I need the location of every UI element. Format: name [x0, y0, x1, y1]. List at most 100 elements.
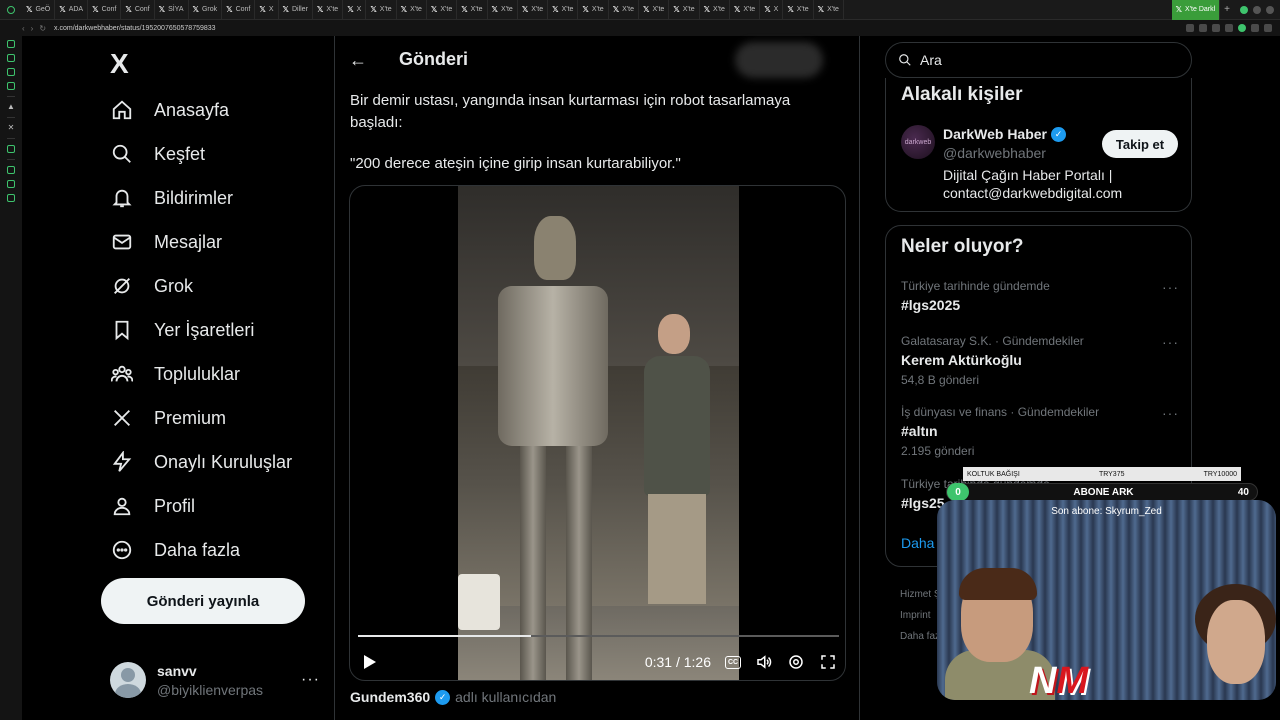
browser-tab[interactable]: 𝕏X	[760, 0, 784, 20]
forward-arrow-icon[interactable]: ›	[31, 24, 34, 33]
browser-tab[interactable]: 𝕏 X'te	[457, 0, 488, 20]
fullscreen-icon[interactable]	[819, 653, 837, 671]
browser-tab[interactable]: 𝕏 X'te	[397, 0, 427, 20]
tab-active[interactable]: 𝕏 X'te Darkl	[1171, 0, 1221, 20]
tab-label: X'te	[410, 6, 422, 13]
tab-label: Conf	[134, 6, 150, 13]
browser-tab[interactable]: 𝕏 X'te	[488, 0, 518, 20]
download-icon[interactable]	[1251, 24, 1259, 32]
browser-tab[interactable]: 𝕏 Diller	[279, 0, 313, 20]
source-name[interactable]: Gundem360	[350, 689, 430, 705]
browser-tab[interactable]: 𝕏 Conf	[88, 0, 122, 20]
browser-tab[interactable]: 𝕏 X'te	[669, 0, 700, 20]
video-player[interactable]: 0:31 / 1:26 CC	[349, 185, 846, 681]
x-logo-icon[interactable]: X	[110, 48, 129, 80]
browser-menu[interactable]	[0, 5, 22, 14]
url-field[interactable]: x.com/darkwebhaber/status/19520076505787…	[54, 25, 216, 32]
video-progress-bar[interactable]	[358, 635, 839, 637]
browser-tab[interactable]: 𝕏 Conf	[121, 0, 155, 20]
sidebar-notes-icon[interactable]	[7, 68, 15, 76]
back-arrow-icon[interactable]: ←	[349, 50, 367, 71]
trend-item[interactable]: Galatasaray S.K. · Gündemdekiler Kerem A…	[901, 334, 1181, 387]
tab-favicon-icon: 𝕏	[552, 5, 559, 14]
search-input[interactable]: Ara	[885, 42, 1192, 78]
trend-item[interactable]: Türkiye tarihinde gündemde #lgs2025 ···	[901, 279, 1181, 313]
browser-tab[interactable]: 𝕏 X'te	[518, 0, 549, 20]
sidebar-settings-icon[interactable]	[7, 180, 15, 188]
sidebar-divider	[7, 138, 15, 139]
nav-item-explore[interactable]: Keşfet	[110, 140, 205, 168]
more-dots-icon[interactable]: ···	[1162, 279, 1179, 295]
browser-tab[interactable]: 𝕏 X'te	[578, 0, 609, 20]
browser-tab[interactable]: 𝕏 X'te	[366, 0, 397, 20]
tab-favicon-icon: 𝕏	[125, 5, 132, 14]
maximize-icon[interactable]	[1266, 5, 1274, 14]
nav-item-home[interactable]: Anasayfa	[110, 96, 229, 124]
nav-item-grok[interactable]: Grok	[110, 272, 193, 300]
nav-item-communities[interactable]: Topluluklar	[110, 360, 240, 388]
nav-item-bookmarks[interactable]: Yer İşaretleri	[110, 316, 254, 344]
browser-tab[interactable]: 𝕏 X'te	[700, 0, 730, 20]
sidebar-clock-icon[interactable]	[7, 166, 15, 174]
sidebar-tool-icon[interactable]	[7, 145, 15, 153]
related-user-name[interactable]: DarkWeb Haber ✓	[943, 126, 1067, 142]
browser-tab[interactable]: 𝕏 X'te	[730, 0, 761, 20]
tab-favicon-icon: 𝕏	[158, 5, 166, 14]
follow-button[interactable]: Takip et	[1102, 130, 1178, 158]
browser-tab[interactable]: 𝕏 X'te	[427, 0, 458, 20]
share-icon[interactable]	[1212, 24, 1220, 32]
trend-context: Türkiye tarihinde gündemde	[901, 279, 1050, 293]
browser-tab[interactable]: 𝕏 Grok	[189, 0, 223, 20]
stream-logo: NM	[1029, 660, 1088, 700]
nav-item-messages[interactable]: Mesajlar	[110, 228, 222, 256]
vpn-icon[interactable]	[1238, 24, 1246, 32]
nav-item-premium[interactable]: Premium	[110, 404, 226, 432]
browser-tab[interactable]: 𝕏X	[255, 0, 279, 20]
browser-tab[interactable]: 𝕏 X'te	[639, 0, 670, 20]
browser-tab[interactable]: 𝕏 SİYA	[155, 0, 189, 20]
nav-item-profile[interactable]: Profil	[110, 492, 195, 520]
play-icon[interactable]	[364, 655, 376, 669]
browser-tab[interactable]: 𝕏 Conf	[222, 0, 256, 20]
sidebar-gear-icon[interactable]	[7, 194, 15, 202]
back-arrow-icon[interactable]: ‹	[22, 24, 25, 33]
reload-icon[interactable]: ↻	[39, 24, 46, 33]
account-switcher[interactable]: sanvv @biyiklienverpas ···	[110, 662, 320, 698]
sidebar-panel-icon[interactable]	[7, 82, 15, 90]
nav-item-notifications[interactable]: Bildirimler	[110, 184, 233, 212]
browser-tab[interactable]: 𝕏 X'te	[548, 0, 579, 20]
browser-tab[interactable]: 𝕏 X'te	[783, 0, 814, 20]
related-name-text: DarkWeb Haber	[943, 126, 1048, 142]
sidebar-history-icon[interactable]	[7, 54, 15, 62]
post-button[interactable]: Gönderi yayınla	[101, 578, 305, 624]
browser-tab[interactable]: 𝕏 ADA	[55, 0, 89, 20]
browser-tab[interactable]: 𝕏 X'te	[814, 0, 844, 20]
more-dots-icon[interactable]: ···	[1162, 334, 1179, 350]
bookmark-star-icon[interactable]	[1199, 24, 1207, 32]
nav-item-verified-orgs[interactable]: Onaylı Kuruluşlar	[110, 448, 292, 476]
more-dots-icon[interactable]: ···	[301, 671, 320, 689]
trend-item[interactable]: İş dünyası ve finans · Gündemdekiler #al…	[901, 405, 1181, 458]
volume-icon[interactable]	[755, 653, 773, 671]
browser-tab[interactable]: 𝕏 GeÖ	[22, 0, 56, 20]
sidebar-x-icon[interactable]: ✕	[7, 124, 15, 132]
settings-gear-icon[interactable]	[787, 653, 805, 671]
browser-tab[interactable]: 𝕏 X'te	[609, 0, 639, 20]
new-tab-button[interactable]: +	[1220, 4, 1234, 15]
tab-label: X'te	[796, 6, 809, 13]
sidebar-bookmarks-icon[interactable]	[7, 40, 15, 48]
sidebar-app-icon[interactable]: ▲	[7, 103, 15, 111]
browser-tab[interactable]: 𝕏 X'te	[313, 0, 344, 20]
avatar[interactable]: darkweb	[901, 125, 935, 159]
zoom-icon[interactable]	[1186, 24, 1194, 32]
extension-icon[interactable]	[1225, 24, 1233, 32]
nav-label: Keşfet	[154, 143, 206, 164]
nav-item-more[interactable]: Daha fazla	[110, 536, 240, 564]
menu-icon[interactable]	[1264, 24, 1272, 32]
robot-body	[498, 286, 608, 446]
related-user-bio: Dijital Çağın Haber Portalı | contact@da…	[943, 167, 1123, 201]
minimize-icon[interactable]	[1253, 5, 1261, 14]
more-dots-icon[interactable]: ···	[1162, 405, 1179, 421]
browser-tab[interactable]: 𝕏X	[343, 0, 367, 20]
captions-icon[interactable]: CC	[725, 655, 741, 669]
